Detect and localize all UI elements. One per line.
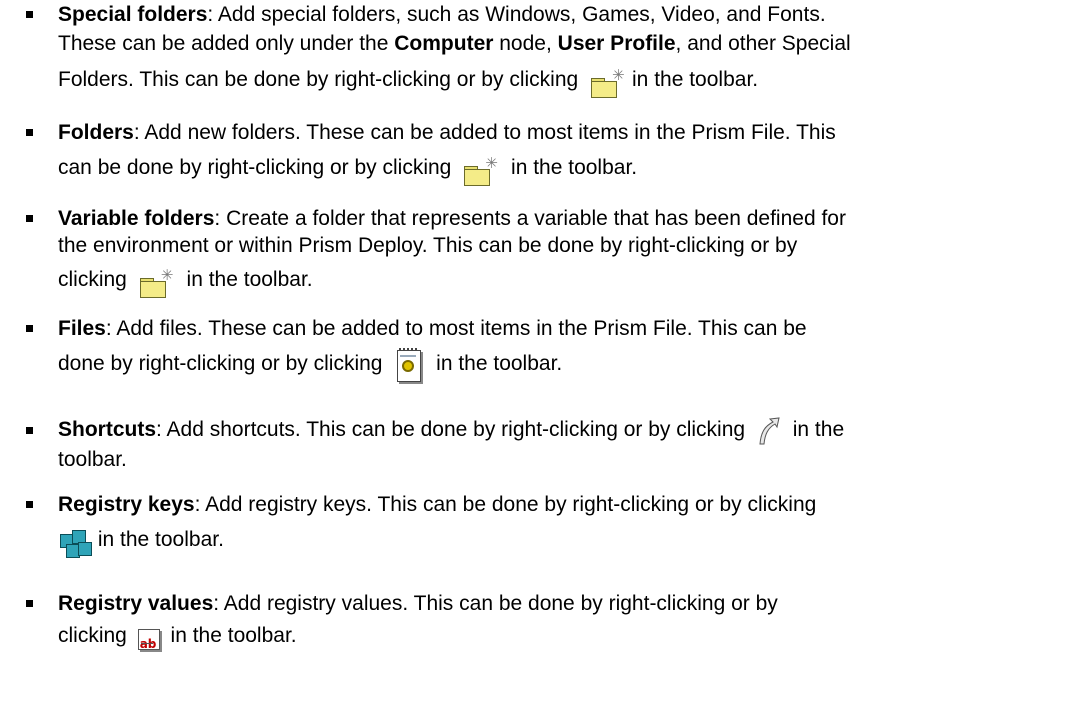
text: : Add registry keys. This can be done by… (194, 493, 817, 516)
text: done by right-clicking or by clicking (58, 352, 389, 375)
text-line: can be done by right-clicking or by clic… (58, 150, 637, 186)
text: : Add shortcuts. This can be done by rig… (156, 418, 751, 441)
term: Registry values (58, 592, 214, 615)
folder-new-icon: ✳ (463, 156, 499, 186)
bullet-marker (26, 325, 33, 332)
text: clicking (58, 268, 133, 291)
folder-new-icon: ✳ (590, 68, 626, 98)
text: : Add registry values. This can be done … (213, 592, 778, 615)
bullet-marker (26, 215, 33, 222)
text: the environment or within Prism Deploy. … (58, 234, 798, 257)
text-line: Folders: Add new folders. These can be a… (58, 121, 836, 145)
text: in the toolbar. (505, 156, 638, 179)
term: Files (58, 317, 106, 340)
term: Special folders (58, 3, 208, 26)
folder-new-icon: ✳ (139, 268, 175, 298)
text: in the toolbar. (92, 528, 224, 551)
term: Variable folders (58, 207, 215, 230)
text: in the toolbar. (180, 268, 313, 291)
text-line: Registry values: Add registry values. Th… (58, 592, 778, 616)
text-line: toolbar. (58, 448, 127, 472)
text: in the (786, 418, 845, 441)
text-line: done by right-clicking or by clicking in… (58, 344, 562, 384)
text-line: the environment or within Prism Deploy. … (58, 234, 797, 258)
text: node, (493, 32, 558, 55)
text-line: Folders. This can be done by right-click… (58, 62, 758, 98)
term: Shortcuts (58, 418, 157, 441)
text: Folders. This can be done by right-click… (58, 68, 585, 91)
text: toolbar. (58, 448, 127, 471)
shortcut-icon (757, 416, 781, 446)
bullet-marker (26, 427, 33, 434)
keyword: User Profile (557, 32, 676, 55)
text: : Add files. These can be added to most … (105, 317, 807, 340)
text-line: Registry keys: Add registry keys. This c… (58, 493, 816, 517)
text: , and other Special (675, 32, 851, 55)
file-icon (394, 348, 424, 384)
text: in the toolbar. (632, 68, 759, 91)
text-line: Files: Add files. These can be added to … (58, 317, 807, 341)
term: Registry keys (58, 493, 195, 516)
text-line: Special folders: Add special folders, su… (58, 3, 826, 27)
bullet-marker (26, 501, 33, 508)
registry-value-icon: ab (137, 629, 161, 651)
text-line: clicking ✳ in the toolbar. (58, 262, 313, 298)
text-line: clicking ab in the toolbar. (58, 621, 297, 651)
registry-key-icon (58, 526, 92, 558)
text-line: Variable folders: Create a folder that r… (58, 207, 846, 231)
text-line: These can be added only under the Comput… (58, 32, 851, 56)
text-line: in the toolbar. (58, 522, 224, 558)
text: These can be added only under the (58, 32, 395, 55)
term: Folders (58, 121, 134, 144)
text-line: Shortcuts: Add shortcuts. This can be do… (58, 414, 844, 446)
text: : Create a folder that represents a vari… (214, 207, 846, 230)
text: : Add special folders, such as Windows, … (207, 3, 826, 26)
text: in the toolbar. (430, 352, 563, 375)
text: can be done by right-clicking or by clic… (58, 156, 458, 179)
keyword: Computer (394, 32, 494, 55)
bullet-marker (26, 600, 33, 607)
bullet-marker (26, 11, 33, 18)
bullet-marker (26, 129, 33, 136)
text: in the toolbar. (164, 624, 297, 647)
text: : Add new folders. These can be added to… (133, 121, 836, 144)
text: clicking (58, 624, 133, 647)
